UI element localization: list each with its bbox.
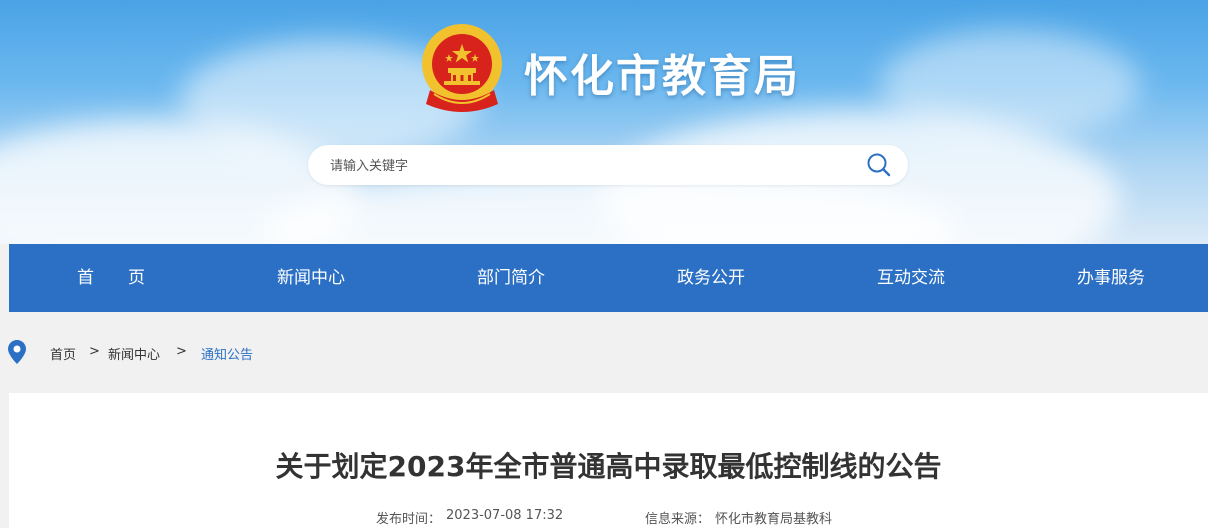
breadcrumb-current[interactable]: 通知公告	[201, 344, 253, 363]
nav-item-home[interactable]: 首 页	[11, 244, 211, 312]
publish-label: 发布时间：	[376, 512, 442, 527]
source-label: 信息来源：	[645, 512, 711, 527]
nav-item-departments[interactable]: 部门简介	[411, 244, 611, 312]
breadcrumb: 首页 > 新闻中心 > 通知公告	[0, 338, 1208, 368]
header-banner: 怀化市教育局	[0, 0, 1208, 244]
nav-item-news[interactable]: 新闻中心	[211, 244, 411, 312]
search-icon[interactable]	[866, 152, 892, 178]
breadcrumb-section[interactable]: 新闻中心	[108, 344, 160, 363]
article-title: 关于划定2023年全市普通高中录取最低控制线的公告	[275, 450, 942, 483]
nav-item-gov-affairs[interactable]: 政务公开	[611, 244, 811, 312]
breadcrumb-separator: >	[89, 344, 100, 359]
nav-item-interaction[interactable]: 互动交流	[811, 244, 1011, 312]
main-nav: 首 页 新闻中心 部门简介 政务公开 互动交流 办事服务	[9, 244, 1208, 312]
national-emblem-icon	[422, 24, 502, 112]
location-pin-icon	[8, 340, 26, 364]
source-value: 怀化市教育局基教科	[715, 512, 833, 527]
breadcrumb-separator: >	[176, 344, 187, 359]
search-input[interactable]	[328, 145, 852, 187]
search-bar	[308, 145, 908, 187]
nav-item-services[interactable]: 办事服务	[1011, 244, 1208, 312]
breadcrumb-home[interactable]: 首页	[50, 344, 76, 363]
article-panel: 关于划定2023年全市普通高中录取最低控制线的公告 发布时间： 2023-07-…	[9, 393, 1208, 528]
site-title: 怀化市教育局	[524, 51, 800, 102]
publish-time: 2023-07-08 17:32	[446, 508, 564, 523]
